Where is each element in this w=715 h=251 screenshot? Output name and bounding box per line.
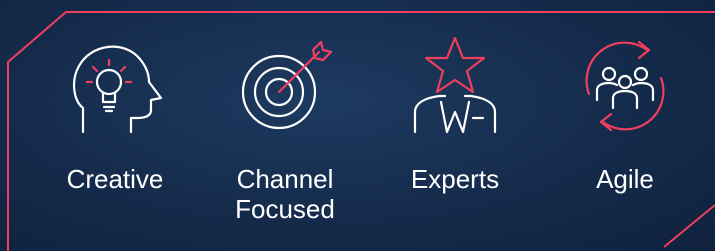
feature-label: Creative [66, 164, 164, 194]
feature-channel-focused: Channel Focused [210, 36, 360, 236]
feature-creative: Creative [40, 36, 190, 236]
feature-label: Experts [410, 164, 500, 194]
lightbulb-head-icon [73, 45, 163, 134]
features-banner: Creative Channel Focused Experts Agile [0, 0, 715, 251]
feature-experts: Experts [380, 36, 530, 236]
feature-list: Creative Channel Focused Experts Agile [40, 36, 680, 236]
team-cycle-icon [585, 40, 665, 132]
feature-label: Agile [596, 164, 654, 194]
feature-label: Channel Focused [235, 164, 335, 224]
star-person-icon [413, 36, 497, 134]
target-arrow-icon [241, 40, 333, 130]
feature-agile: Agile [550, 36, 700, 236]
